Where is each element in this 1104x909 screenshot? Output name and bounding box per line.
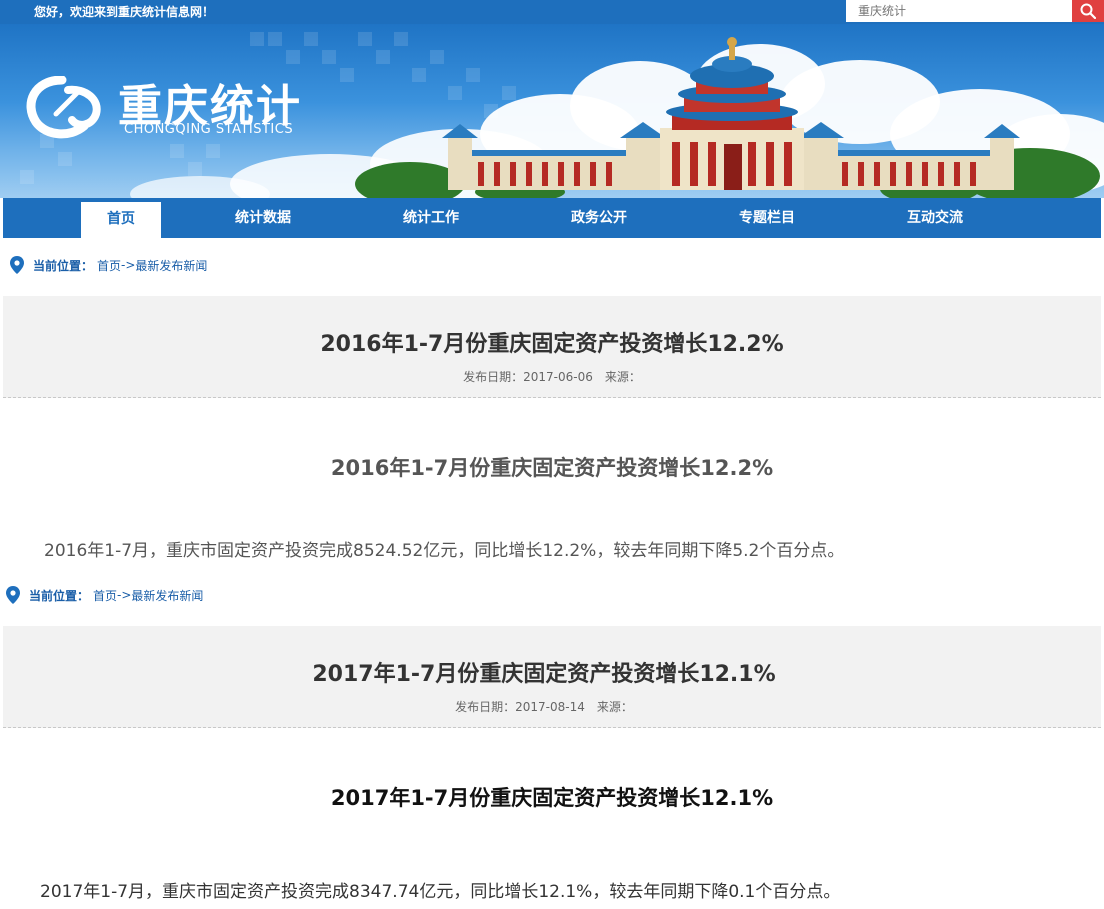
top-bar: 您好，欢迎来到重庆统计信息网！ (0, 0, 1104, 24)
header-banner: 重庆统计 CHONGQING STATISTICS (0, 24, 1104, 198)
breadcrumb-label: 当前位置： (33, 258, 94, 273)
breadcrumb-home-link[interactable]: 首页 (97, 257, 121, 274)
article-subtitle: 2017年1-7月份重庆固定资产投资增长12.1% (330, 786, 774, 810)
article-header: 2016年1-7月份重庆固定资产投资增长12.2% 发布日期：2017-06-0… (3, 296, 1101, 398)
welcome-text: 您好，欢迎来到重庆统计信息网！ (34, 5, 215, 19)
article-title: 2017年1-7月份重庆固定资产投资增长12.1% (312, 662, 776, 687)
breadcrumb-current-link[interactable]: 最新发布新闻 (135, 257, 207, 274)
breadcrumb-separator: -> (121, 258, 136, 272)
nav-item-statistics-data[interactable]: 统计数据 (213, 198, 313, 238)
nav-item-home[interactable]: 首页 (81, 198, 161, 238)
breadcrumb: 当前位置： 首页 -> 最新发布新闻 (10, 256, 207, 274)
nav-item-government-affairs[interactable]: 政务公开 (549, 198, 649, 238)
nav-item-special-topics[interactable]: 专题栏目 (717, 198, 817, 238)
search-button[interactable] (1072, 0, 1104, 22)
breadcrumb: 当前位置： 首页 -> 最新发布新闻 (6, 586, 203, 604)
article-body: 2016年1-7月，重庆市固定资产投资完成8524.52亿元，同比增长12.2%… (44, 541, 845, 561)
article-meta: 发布日期：2017-08-14 来源： (455, 700, 633, 714)
location-pin-icon (6, 586, 20, 604)
article-meta: 发布日期：2017-06-06 来源： (463, 370, 641, 384)
article-header: 2017年1-7月份重庆固定资产投资增长12.1% 发布日期：2017-08-1… (3, 626, 1101, 728)
article-subtitle: 2016年1-7月份重庆固定资产投资增长12.2% (330, 456, 774, 480)
nav-item-interaction[interactable]: 互动交流 (885, 198, 985, 238)
logo-subtitle: CHONGQING STATISTICS (124, 122, 294, 137)
breadcrumb-label: 当前位置： (29, 588, 90, 603)
search-icon (1080, 3, 1096, 19)
search-input[interactable] (846, 0, 1072, 22)
breadcrumb-home-link[interactable]: 首页 (93, 587, 117, 604)
search-box (846, 0, 1104, 22)
logo-icon (26, 76, 101, 139)
article-body: 2017年1-7月，重庆市固定资产投资完成8347.74亿元，同比增长12.1%… (40, 882, 841, 902)
breadcrumb-separator: -> (117, 588, 132, 602)
nav-item-statistics-work[interactable]: 统计工作 (381, 198, 481, 238)
main-nav: 首页 统计数据 统计工作 政务公开 专题栏目 互动交流 (3, 198, 1101, 238)
breadcrumb-current-link[interactable]: 最新发布新闻 (131, 587, 203, 604)
article-title: 2016年1-7月份重庆固定资产投资增长12.2% (320, 332, 784, 357)
location-pin-icon (10, 256, 24, 274)
